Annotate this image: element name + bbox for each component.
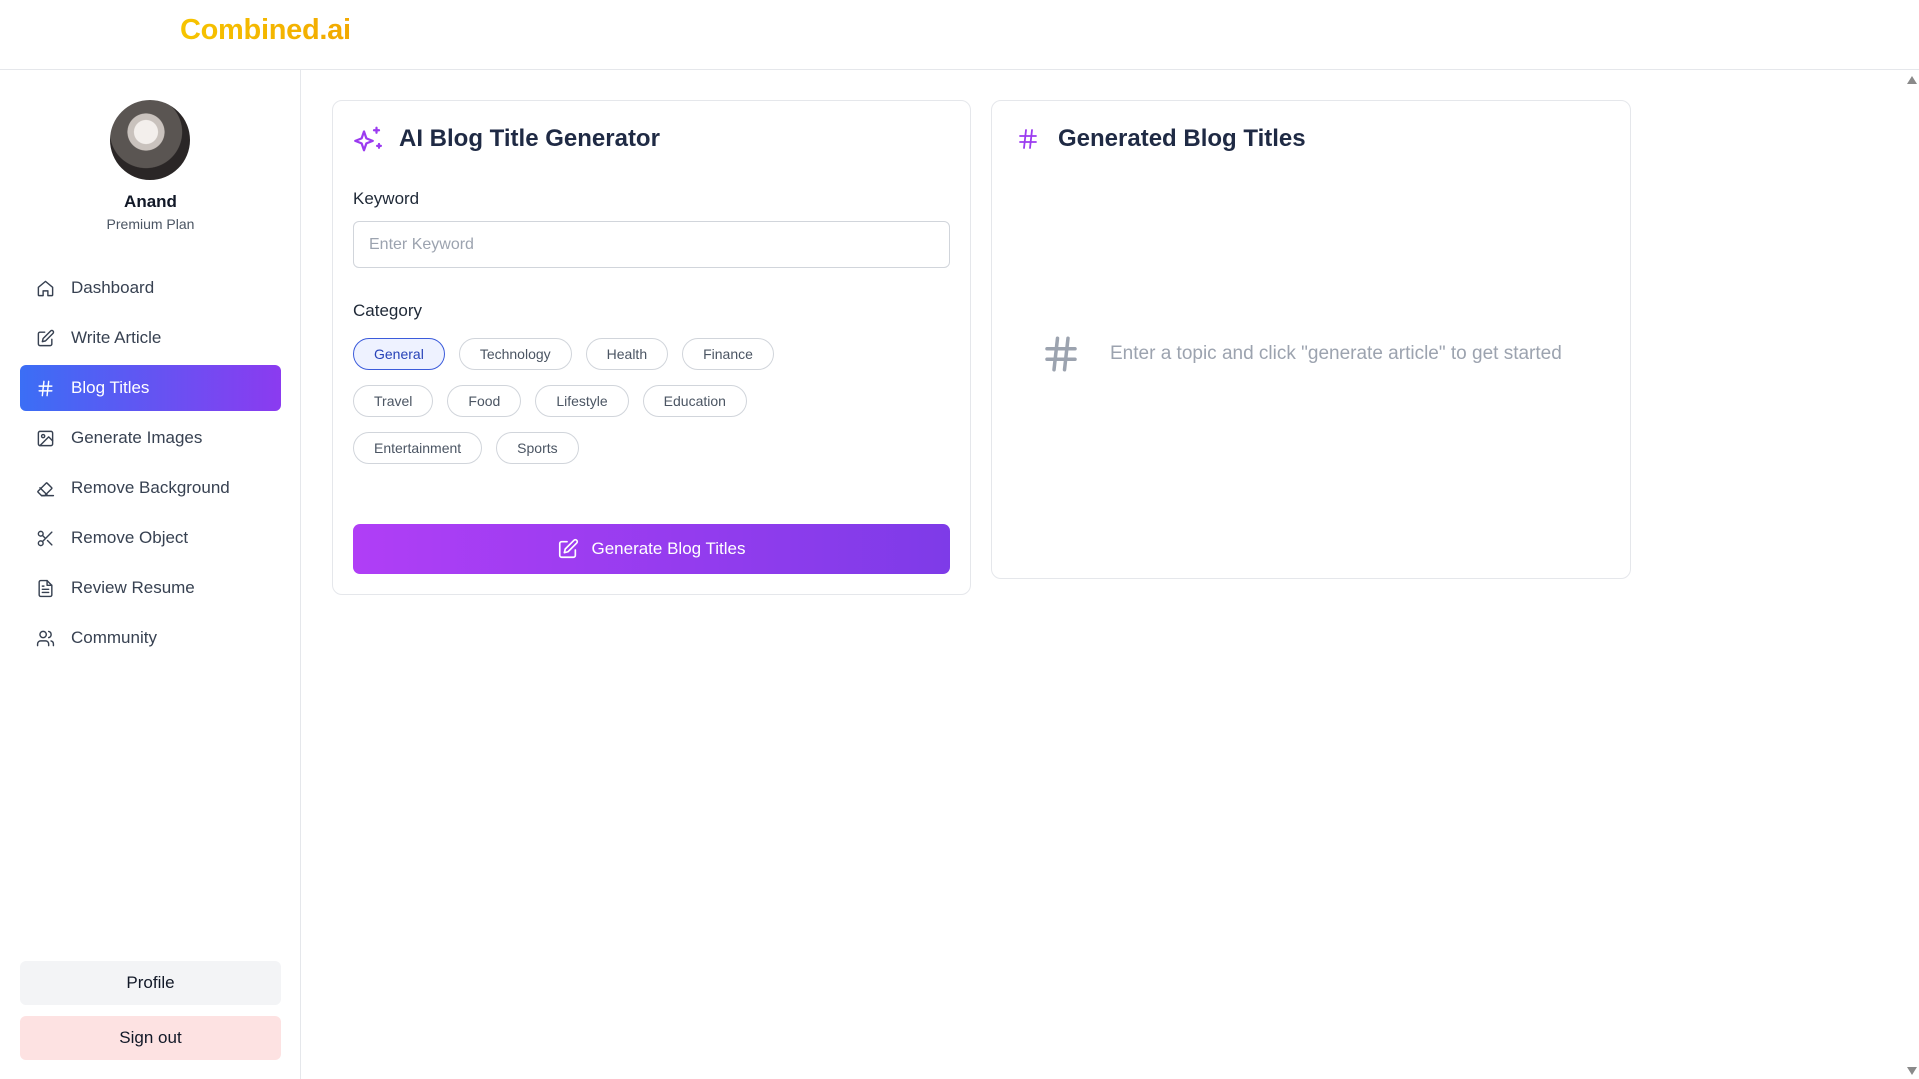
edit-icon xyxy=(559,538,579,559)
scissors-icon xyxy=(35,528,55,548)
category-chip-sports[interactable]: Sports xyxy=(496,432,579,464)
category-chip-lifestyle[interactable]: Lifestyle xyxy=(535,385,629,417)
sidebar-item-remove-object[interactable]: Remove Object xyxy=(20,515,281,561)
chip-row-1: General Technology Health Finance xyxy=(353,338,953,370)
page-scrollbar[interactable] xyxy=(1905,70,1919,1079)
chip-row-3: Entertainment Sports xyxy=(353,432,953,464)
users-icon xyxy=(35,628,55,648)
file-text-icon xyxy=(35,578,55,598)
scroll-up-arrow-icon[interactable] xyxy=(1907,76,1917,84)
keyword-input[interactable] xyxy=(353,221,950,268)
eraser-icon xyxy=(35,478,55,498)
sidebar-item-label: Dashboard xyxy=(71,278,155,297)
category-label: Category xyxy=(353,301,422,320)
sidebar-item-label: Blog Titles xyxy=(71,378,150,397)
hash-icon xyxy=(1012,123,1044,155)
sidebar-item-label: Remove Background xyxy=(71,478,230,497)
sidebar-item-remove-background[interactable]: Remove Background xyxy=(20,465,281,511)
profile-button[interactable]: Profile xyxy=(20,961,281,1005)
sidebar-item-label: Generate Images xyxy=(71,428,203,447)
category-chip-travel[interactable]: Travel xyxy=(353,385,434,417)
sidebar-item-label: Review Resume xyxy=(71,578,195,597)
results-title-row: Generated Blog Titles xyxy=(1012,121,1306,157)
sign-out-button[interactable]: Sign out xyxy=(20,1016,281,1060)
chip-row-2: Travel Food Lifestyle Education xyxy=(353,385,953,417)
empty-state: Enter a topic and click "generate articl… xyxy=(1040,333,1562,375)
category-chip-finance[interactable]: Finance xyxy=(682,338,774,370)
scroll-down-arrow-icon[interactable] xyxy=(1907,1067,1917,1075)
sidebar-item-write-article[interactable]: Write Article xyxy=(20,315,281,361)
category-chips: General Technology Health Finance Travel… xyxy=(353,338,953,479)
hash-icon xyxy=(1045,336,1077,372)
category-chip-entertainment[interactable]: Entertainment xyxy=(353,432,483,464)
generated-titles-panel: Generated Blog Titles Enter a topic and … xyxy=(991,100,1631,579)
app-logo[interactable]: Combined.ai xyxy=(180,14,351,47)
edit-icon xyxy=(35,328,55,348)
category-chip-health[interactable]: Health xyxy=(585,338,669,370)
generate-button-label: Generate Blog Titles xyxy=(591,539,746,558)
hash-icon xyxy=(35,378,55,398)
generate-blog-titles-button[interactable]: Generate Blog Titles xyxy=(353,524,950,574)
user-name: Anand xyxy=(124,192,177,211)
keyword-label: Keyword xyxy=(353,189,420,208)
sidebar-item-generate-images[interactable]: Generate Images xyxy=(20,415,281,461)
sidebar-item-review-resume[interactable]: Review Resume xyxy=(20,565,281,611)
sidebar-item-blog-titles[interactable]: Blog Titles xyxy=(20,365,281,411)
top-bar: Combined.ai xyxy=(0,0,1919,70)
user-plan: Premium Plan xyxy=(106,216,195,232)
category-chip-food[interactable]: Food xyxy=(447,385,522,417)
home-icon xyxy=(35,278,55,298)
sidebar-item-dashboard[interactable]: Dashboard xyxy=(20,265,281,311)
results-title: Generated Blog Titles xyxy=(1058,125,1306,152)
generator-title: AI Blog Title Generator xyxy=(399,125,660,152)
sparkles-icon xyxy=(353,123,385,155)
sidebar-item-community[interactable]: Community xyxy=(20,615,281,661)
sidebar: Anand Premium Plan Dashboard Write Artic… xyxy=(0,70,301,1079)
avatar[interactable] xyxy=(110,100,190,180)
sidebar-item-label: Remove Object xyxy=(71,528,189,547)
sidebar-item-label: Write Article xyxy=(71,328,162,347)
generator-title-row: AI Blog Title Generator xyxy=(353,121,660,157)
image-icon xyxy=(35,428,55,448)
empty-state-text: Enter a topic and click "generate articl… xyxy=(1110,343,1562,364)
sidebar-item-label: Community xyxy=(71,628,157,647)
sidebar-nav: Dashboard Write Article Blog Titles Gene… xyxy=(20,265,281,665)
category-chip-education[interactable]: Education xyxy=(642,385,747,417)
category-chip-general[interactable]: General xyxy=(353,338,445,370)
category-chip-technology[interactable]: Technology xyxy=(458,338,572,370)
title-generator-panel: AI Blog Title Generator Keyword Category… xyxy=(332,100,971,595)
